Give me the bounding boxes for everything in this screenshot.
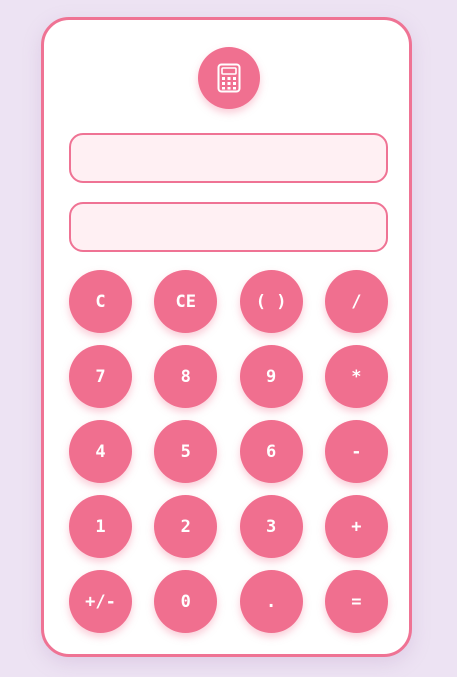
negate-button[interactable]: +/- [69,570,132,633]
digit-1-button[interactable]: 1 [69,495,132,558]
digit-5-button[interactable]: 5 [154,420,218,483]
parentheses-button[interactable]: ( ) [239,270,303,333]
digit-2-button[interactable]: 2 [154,495,218,558]
clear-entry-button[interactable]: CE [154,270,218,333]
clear-button[interactable]: C [69,270,132,333]
digit-6-button[interactable]: 6 [239,420,303,483]
equals-button[interactable]: = [324,570,388,633]
add-button[interactable]: + [324,495,388,558]
digit-4-button[interactable]: 4 [69,420,132,483]
digit-0-button[interactable]: 0 [154,570,218,633]
digit-7-button[interactable]: 7 [69,345,132,408]
result-display[interactable] [69,202,388,252]
expression-display[interactable] [69,133,388,183]
calculator-icon [217,63,241,93]
digit-8-button[interactable]: 8 [154,345,218,408]
multiply-button[interactable]: * [324,345,388,408]
keypad: C CE ( ) / 7 8 9 * 4 5 6 - 1 2 3 + +/- 0… [69,270,389,633]
calculator-card: C CE ( ) / 7 8 9 * 4 5 6 - 1 2 3 + +/- 0… [41,17,412,657]
decimal-button[interactable]: . [239,570,303,633]
digit-3-button[interactable]: 3 [239,495,303,558]
calculator-logo [198,47,260,109]
divide-button[interactable]: / [324,270,388,333]
digit-9-button[interactable]: 9 [239,345,303,408]
subtract-button[interactable]: - [324,420,388,483]
